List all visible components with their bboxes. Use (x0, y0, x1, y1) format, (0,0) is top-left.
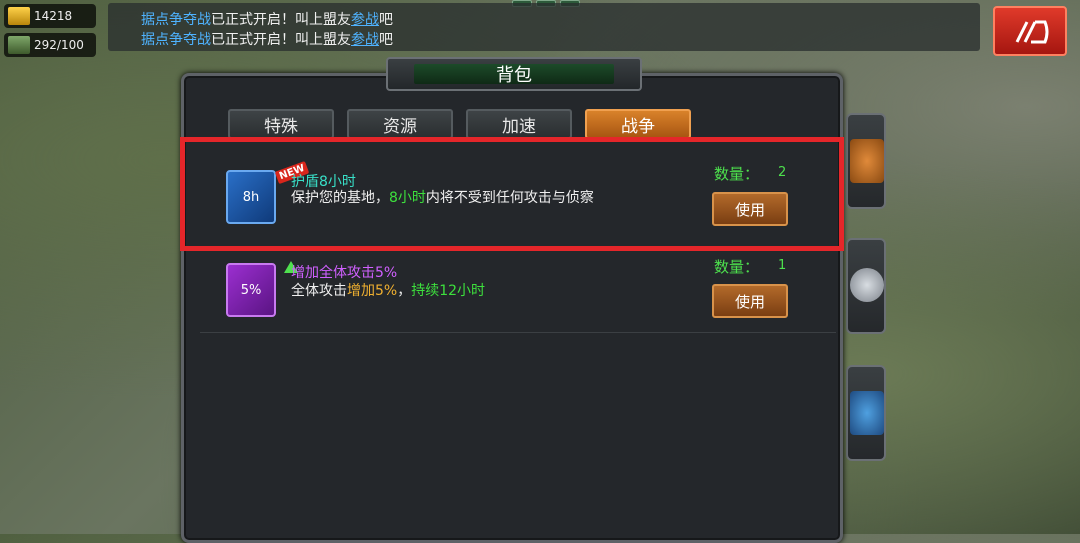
chat-join-link[interactable]: 参战 (351, 32, 379, 48)
chest-icon (850, 391, 884, 435)
chat-box[interactable]: 据点争夺战已正式开启！叫上盟友参战吧 据点争夺战已正式开启！叫上盟友参战吧 (108, 3, 980, 51)
desc-text: 全体攻击 (291, 283, 347, 299)
highlight-box (180, 137, 844, 251)
tab-label: 资源 (383, 116, 417, 137)
backpack-side-button[interactable] (846, 113, 886, 209)
supply-value: 292/100 (34, 38, 84, 52)
desc-highlight: 持续12小时 (411, 283, 486, 299)
desc-highlight: 增加5% (347, 283, 398, 299)
chat-text: 已正式开启！叫上盟友 (211, 32, 351, 48)
chat-line: 据点争夺战已正式开启！叫上盟友参战吧 (141, 9, 393, 29)
chat-line: 据点争夺战已正式开启！叫上盟友参战吧 (141, 29, 393, 49)
icon-text: 5% (240, 282, 262, 298)
chat-end: 吧 (379, 12, 393, 28)
quantity-value: 1 (778, 258, 787, 273)
attack-boost-icon: 5% (226, 261, 298, 317)
gold-resource: 14218 (4, 4, 96, 28)
chat-text: 已正式开启！叫上盟友 (211, 12, 351, 28)
item-description: 全体攻击增加5%，持续12小时 (291, 283, 621, 300)
gold-icon (8, 7, 30, 25)
coin-side-button[interactable] (846, 238, 886, 334)
item-name: 增加全体攻击5% (291, 265, 398, 281)
panel-title: 背包 (496, 65, 532, 86)
use-button[interactable]: 使用 (712, 284, 788, 318)
quantity-label: 数量： (714, 258, 760, 276)
tab-label: 特殊 (264, 116, 298, 137)
tab-speedup[interactable]: 加速 (466, 109, 572, 139)
exit-icon (1015, 20, 1049, 44)
supply-resource: 292/100 (4, 33, 96, 57)
tab-war[interactable]: 战争 (585, 109, 691, 139)
tab-label: 加速 (502, 116, 536, 137)
supply-icon (8, 36, 30, 54)
item-divider (200, 332, 836, 333)
chat-end: 吧 (379, 32, 393, 48)
desc-text: ， (397, 283, 412, 299)
list-item: 5% 增加全体攻击5% 全体攻击增加5%，持续12小时 数量： 1 使用 (200, 243, 836, 333)
gold-value: 14218 (34, 9, 73, 23)
tab-special[interactable]: 特殊 (228, 109, 334, 139)
chat-join-link[interactable]: 参战 (351, 12, 379, 28)
use-label: 使用 (734, 292, 765, 311)
tab-resources[interactable]: 资源 (347, 109, 453, 139)
chest-side-button[interactable] (846, 365, 886, 461)
panel-title-bar: 背包 (386, 57, 642, 91)
exit-button[interactable] (993, 6, 1067, 56)
chat-event: 据点争夺战 (141, 32, 211, 48)
coin-icon (850, 268, 884, 302)
backpack-icon (850, 139, 884, 183)
tab-label: 战争 (621, 116, 655, 137)
chat-event: 据点争夺战 (141, 12, 211, 28)
